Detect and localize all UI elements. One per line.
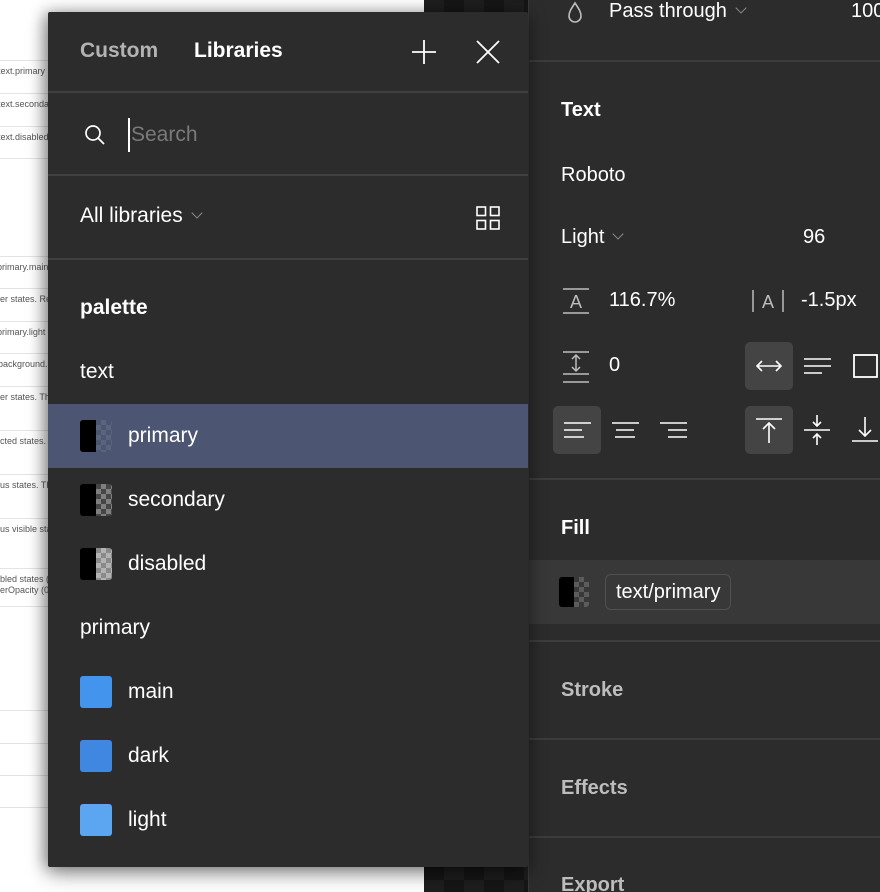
chevron-down-icon xyxy=(612,228,625,240)
fill-style-chip[interactable]: text/primary xyxy=(605,574,732,610)
align-center-icon xyxy=(612,422,639,438)
group-header-primary[interactable]: primary xyxy=(48,596,528,660)
tab-libraries[interactable]: Libraries xyxy=(194,39,283,63)
style-label: light xyxy=(128,808,167,831)
divider xyxy=(529,836,880,838)
auto-width-button[interactable] xyxy=(745,342,793,390)
letter-spacing-icon: A xyxy=(751,286,787,321)
line-height-field[interactable]: 116.7% xyxy=(609,289,675,312)
export-section-title[interactable]: Export xyxy=(561,874,624,892)
fill-section-title: Fill xyxy=(561,517,590,539)
divider xyxy=(529,738,880,740)
group-header-text[interactable]: text xyxy=(48,340,528,404)
svg-text:A: A xyxy=(762,292,774,312)
grid-view-icon[interactable] xyxy=(476,206,500,235)
effects-section-title[interactable]: Effects xyxy=(561,777,628,800)
group-label: text xyxy=(80,360,114,383)
blend-mode-value: Pass through xyxy=(609,0,727,22)
text-section-title: Text xyxy=(561,99,601,121)
auto-height-button[interactable] xyxy=(793,342,841,390)
panel-header: Custom Libraries xyxy=(48,12,528,93)
chevron-down-icon xyxy=(191,207,203,219)
align-bottom-icon xyxy=(852,417,878,442)
opacity-field[interactable]: 100 xyxy=(851,0,880,23)
fill-swatch-icon xyxy=(559,577,589,607)
style-item-primary-light[interactable]: light xyxy=(48,788,528,852)
align-middle-button[interactable] xyxy=(793,406,841,454)
divider xyxy=(529,60,880,62)
style-label: dark xyxy=(128,744,169,767)
library-filter-bar: All libraries xyxy=(48,177,528,260)
color-styles-panel: Custom Libraries All libraries palette t… xyxy=(48,12,528,867)
library-filter-dropdown[interactable]: All libraries xyxy=(80,204,203,228)
style-label: primary xyxy=(128,424,199,447)
group-label: palette xyxy=(80,296,148,319)
swatch-text-secondary-icon xyxy=(80,484,112,516)
arrows-horizontal-icon xyxy=(755,360,783,372)
text-lines-icon xyxy=(804,358,831,374)
font-weight-value: Light xyxy=(561,226,605,248)
blend-mode-dropdown[interactable]: Pass through xyxy=(609,0,747,23)
font-size-field[interactable]: 96 xyxy=(803,226,825,249)
close-panel-button[interactable] xyxy=(472,36,504,68)
blend-mode-icon xyxy=(565,0,585,31)
swatch-text-disabled-icon xyxy=(80,548,112,580)
fill-style-row[interactable]: text/primary xyxy=(529,560,880,624)
stroke-section-title[interactable]: Stroke xyxy=(561,679,623,702)
style-item-text-disabled[interactable]: disabled xyxy=(48,532,528,596)
swatch-primary-dark-icon xyxy=(80,740,112,772)
align-right-icon xyxy=(660,422,687,438)
align-left-button[interactable] xyxy=(553,406,601,454)
style-label: secondary xyxy=(128,488,225,511)
search-input[interactable] xyxy=(128,118,488,152)
paragraph-spacing-field[interactable]: 0 xyxy=(609,354,620,377)
search-bar xyxy=(48,94,528,176)
properties-sidebar: Pass through 100 Text Roboto Light 96 A … xyxy=(528,0,880,892)
align-center-button[interactable] xyxy=(601,406,649,454)
swatch-text-primary-icon xyxy=(80,420,112,452)
line-height-icon: A xyxy=(561,286,591,321)
swatch-primary-main-icon xyxy=(80,676,112,708)
align-top-button[interactable] xyxy=(745,406,793,454)
style-label: disabled xyxy=(128,552,207,575)
paragraph-spacing-icon xyxy=(561,350,591,389)
close-icon xyxy=(476,40,500,64)
align-top-icon xyxy=(756,418,782,443)
align-middle-icon xyxy=(804,415,830,445)
search-icon xyxy=(84,124,106,151)
tab-custom[interactable]: Custom xyxy=(80,39,158,63)
add-style-button[interactable] xyxy=(408,36,440,68)
group-header-palette[interactable]: palette xyxy=(48,276,528,340)
style-label: main xyxy=(128,680,174,703)
group-label: primary xyxy=(80,616,151,639)
chevron-down-icon xyxy=(735,2,747,14)
library-filter-value: All libraries xyxy=(80,204,183,227)
letter-spacing-field[interactable]: -1.5px xyxy=(801,289,857,312)
style-item-text-secondary[interactable]: secondary xyxy=(48,468,528,532)
align-left-icon xyxy=(564,422,591,438)
square-icon xyxy=(853,354,878,378)
plus-icon xyxy=(412,40,436,64)
divider xyxy=(529,478,880,480)
svg-text:A: A xyxy=(570,292,582,312)
align-right-button[interactable] xyxy=(649,406,697,454)
font-weight-dropdown[interactable]: Light xyxy=(561,226,625,249)
swatch-primary-light-icon xyxy=(80,804,112,836)
style-item-primary-main[interactable]: main xyxy=(48,660,528,724)
style-item-primary-dark[interactable]: dark xyxy=(48,724,528,788)
divider xyxy=(529,640,880,642)
font-family-dropdown[interactable]: Roboto xyxy=(561,164,626,187)
style-item-text-primary[interactable]: primary xyxy=(48,404,528,468)
align-bottom-button[interactable] xyxy=(841,406,880,454)
fixed-size-button[interactable] xyxy=(841,342,880,390)
style-list: palette text primary secondary disabled … xyxy=(48,276,528,852)
